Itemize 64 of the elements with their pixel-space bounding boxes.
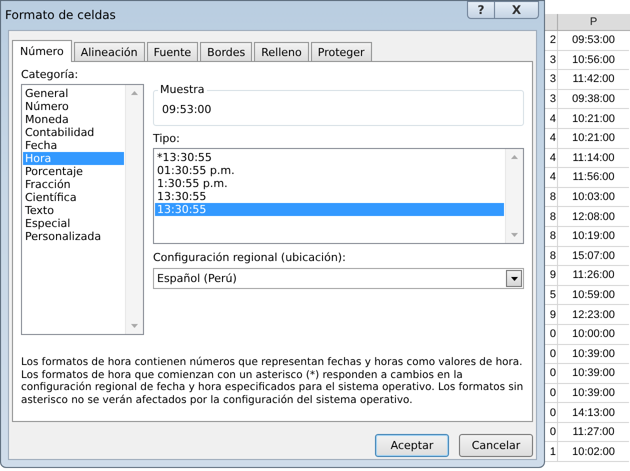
field-label: Categoría: (21, 68, 80, 81)
tab[interactable]: Número (12, 40, 72, 62)
table-cell: 10:39:00 (557, 364, 629, 384)
scroll-down-icon[interactable] (511, 233, 518, 237)
table-cell: 10:03:00 (557, 188, 629, 208)
tab[interactable]: Alineación (74, 42, 145, 61)
field-label: Configuración regional (ubicación): (153, 251, 347, 264)
table-cell: 10:39:00 (557, 384, 629, 404)
list-item[interactable]: Personalizada (23, 230, 124, 243)
table-cell: 10:21:00 (557, 109, 629, 129)
list-item[interactable]: Fecha (23, 139, 124, 152)
table-cell: 15:07:00 (557, 246, 629, 266)
table-cell: 11:56:00 (557, 168, 629, 188)
list-item[interactable]: 01:30:55 p.m. (155, 164, 504, 177)
scrollbar[interactable] (505, 149, 523, 243)
group-label: Muestra (158, 83, 207, 96)
list-item[interactable]: Científica (23, 191, 124, 204)
table-cell: 11:27:00 (557, 422, 629, 442)
sample-value: 09:53:00 (162, 103, 212, 116)
tab[interactable]: Bordes (200, 42, 252, 61)
tab[interactable]: Proteger (310, 42, 372, 61)
table-cell: 10:02:00 (557, 442, 629, 462)
scroll-up-icon[interactable] (131, 91, 138, 95)
list-item[interactable]: *13:30:55 (155, 151, 504, 164)
table-cell: 11:14:00 (557, 148, 629, 168)
table-cell: 14:13:00 (557, 403, 629, 423)
list-item[interactable]: Especial (23, 217, 124, 230)
tab[interactable]: Relleno (254, 42, 309, 61)
table-cell: 10:59:00 (557, 286, 629, 306)
list-item[interactable]: 1:30:55 p.m. (155, 177, 504, 190)
table-cell: 12:08:00 (557, 207, 629, 227)
scroll-down-icon[interactable] (131, 324, 138, 328)
table-cell: 10:56:00 (557, 50, 629, 70)
list-item[interactable]: Contabilidad (23, 126, 124, 139)
close-button[interactable]: X (495, 1, 539, 19)
list-item[interactable]: Número (23, 100, 124, 113)
ok-button[interactable]: Aceptar (375, 434, 449, 457)
table-cell: 11:42:00 (557, 70, 629, 90)
table-cell: 09:38:00 (557, 90, 629, 110)
table-cell: 09:53:00 (557, 31, 629, 51)
type-list[interactable]: *13:30:55 01:30:55 p.m. 1:30:55 p.m. 13:30:55 13:30:55 (153, 148, 524, 244)
locale-dropdown[interactable]: Español (Perú) (153, 268, 524, 289)
list-item[interactable]: Porcentaje (23, 165, 124, 178)
window-title: Formato de celdas (4, 7, 116, 24)
dropdown-arrow-icon (510, 276, 518, 280)
help-button[interactable]: ? (467, 1, 495, 19)
tab[interactable]: Fuente (146, 42, 198, 61)
list-item[interactable]: General (23, 87, 124, 100)
list-item[interactable]: Moneda (23, 113, 124, 126)
description-text: Los formatos de hora contienen números que representan fechas y horas como valores de hora. Los formatos de hora que comienzan con un asterisco (*) responden a cambios en la configuración regional de fecha y hora especificados para el sistema operativo. Los formatos sin asterisco no se verán afectados por la configuración del sistema operativo. (21, 356, 524, 407)
scrollbar[interactable] (125, 85, 143, 334)
category-list[interactable]: General Número Moneda Contabilidad Fecha Hora Porcentaje Fracción Científica Texto Especial Personalizada (21, 84, 144, 335)
field-label: Tipo: (153, 132, 181, 145)
table-cell: 10:19:00 (557, 226, 629, 247)
list-item[interactable]: Fracción (23, 178, 124, 191)
table-cell: 10:21:00 (557, 128, 629, 149)
list-item[interactable]: Texto (23, 204, 124, 217)
list-item[interactable]: 13:30:55 (155, 190, 504, 203)
table-cell: 11:26:00 (557, 266, 629, 286)
scroll-up-icon[interactable] (511, 155, 518, 159)
table-cell: 10:39:00 (557, 344, 629, 364)
cancel-button[interactable]: Cancelar (459, 434, 533, 457)
table-cell: 10:00:00 (557, 324, 629, 344)
table-cell: 12:23:00 (557, 305, 629, 325)
